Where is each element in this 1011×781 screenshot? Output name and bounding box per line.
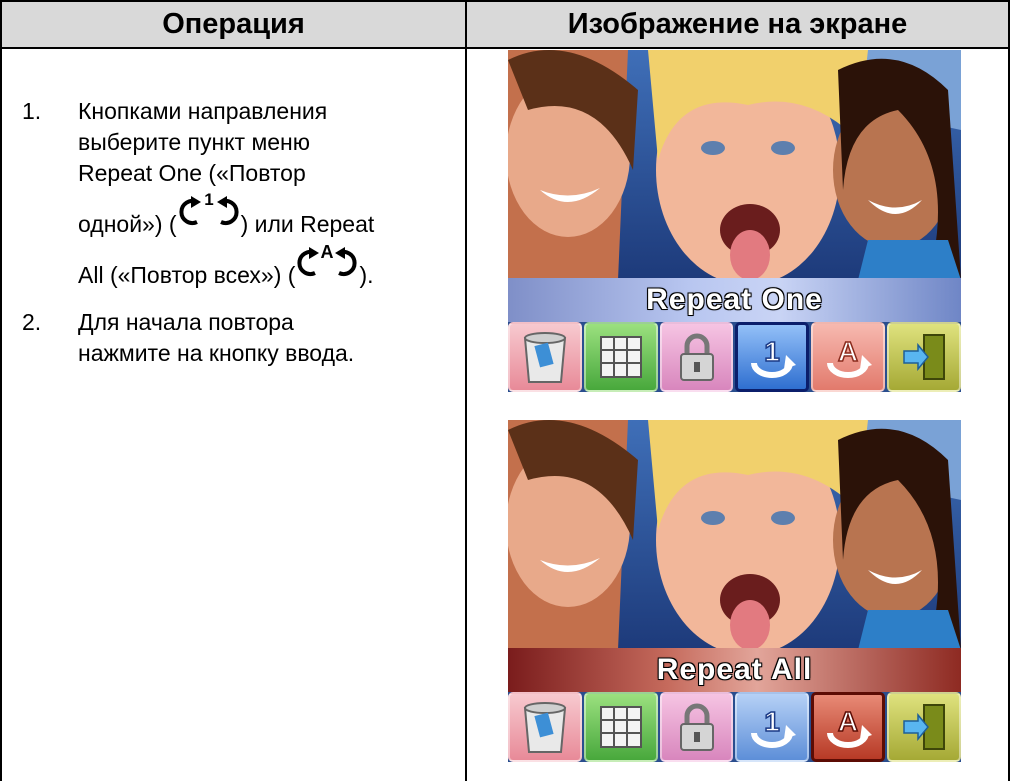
photo-preview <box>508 50 961 280</box>
step-text-fragment: All («Повтор всех») ( <box>78 262 296 288</box>
thumbnail-grid-icon[interactable] <box>583 322 658 392</box>
step-text-line: Кнопками направления <box>78 98 328 124</box>
step-2: 2. Для начала повтора нажмите на кнопку … <box>22 307 467 369</box>
step-text-line: Для начала повтора <box>78 309 294 335</box>
menu-icon-bar: 1 A <box>508 692 961 762</box>
trash-icon[interactable] <box>508 692 582 762</box>
step-text-fragment: ) или Repeat <box>240 211 375 237</box>
exit-icon[interactable] <box>887 692 961 762</box>
repeat-all-icon: A <box>295 242 359 283</box>
table-border-left <box>0 0 2 781</box>
step-text-fragment: ). <box>359 262 374 288</box>
menu-banner: Repeat One <box>508 278 961 322</box>
repeat-all-icon[interactable]: A <box>811 322 886 392</box>
step-text-line-with-icon: одной») ( 1 ) или Repeat <box>78 189 467 240</box>
photo-preview <box>508 420 961 650</box>
menu-icon-bar: 1 A <box>508 322 961 392</box>
repeat-one-icon[interactable]: 1 <box>735 322 810 392</box>
exit-icon[interactable] <box>887 322 961 392</box>
header-screen: Изображение на экране <box>567 8 908 40</box>
svg-text:A: A <box>321 242 334 262</box>
step-number: 2. <box>22 309 42 335</box>
steps-list: 1. Кнопками направления выберите пункт м… <box>22 96 467 385</box>
svg-text:A: A <box>838 336 858 367</box>
step-1: 1. Кнопками направления выберите пункт м… <box>22 96 467 291</box>
lock-icon[interactable] <box>659 322 734 392</box>
step-text-line: Repeat One («Повтор <box>78 160 306 186</box>
screen-repeat-all: Repeat All 1 A <box>508 420 961 762</box>
screen-repeat-one: Repeat One 1 A <box>508 50 961 392</box>
lock-icon[interactable] <box>659 692 734 762</box>
step-text-fragment: одной») ( <box>78 211 177 237</box>
table-border-right <box>1008 0 1010 781</box>
table-border-top <box>0 0 1010 2</box>
repeat-one-icon: 1 <box>177 190 241 232</box>
svg-text:1: 1 <box>765 336 781 367</box>
step-text-line: выберите пункт меню <box>78 129 311 155</box>
repeat-one-icon[interactable]: 1 <box>735 692 810 762</box>
thumbnail-grid-icon[interactable] <box>583 692 658 762</box>
step-text-line: нажмите на кнопку ввода. <box>78 340 355 366</box>
svg-text:A: A <box>838 706 858 737</box>
menu-banner: Repeat All <box>508 648 961 692</box>
repeat-all-icon[interactable]: A <box>811 692 886 762</box>
step-text-line-with-icon: All («Повтор всех») ( A ). <box>78 240 467 291</box>
svg-text:1: 1 <box>204 190 213 209</box>
table-header: Операция Изображение на экране <box>1 1 1008 47</box>
step-number: 1. <box>22 98 42 124</box>
operation-table: Операция Изображение на экране 1. Кнопка… <box>0 0 1011 781</box>
svg-text:1: 1 <box>765 706 781 737</box>
header-operation: Операция <box>162 8 305 40</box>
trash-icon[interactable] <box>508 322 582 392</box>
header-divider <box>0 47 1010 49</box>
